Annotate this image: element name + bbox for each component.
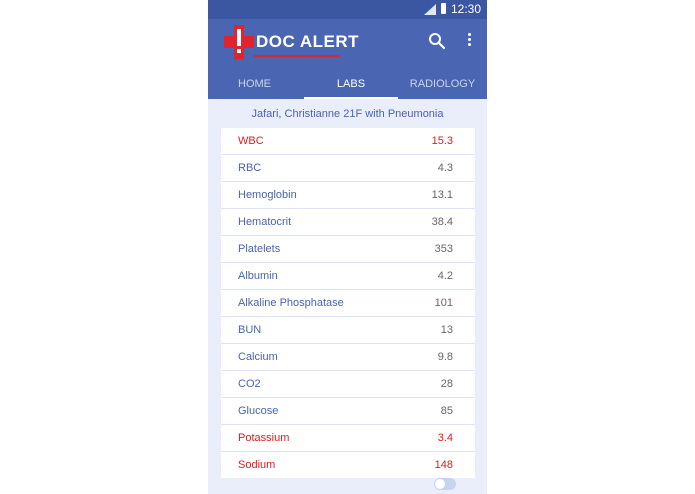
toggle-switch[interactable] bbox=[434, 478, 456, 490]
status-time: 12:30 bbox=[450, 2, 481, 16]
lab-row-alkaline-phosphatase[interactable]: Alkaline Phosphatase 101 bbox=[221, 290, 475, 317]
lab-row-hemoglobin[interactable]: Hemoglobin 13.1 bbox=[221, 182, 475, 209]
lab-row-co2[interactable]: CO2 28 bbox=[221, 371, 475, 398]
lab-name: CO2 bbox=[238, 378, 261, 390]
patient-header: Jafari, Christianne 21F with Pneumonia bbox=[251, 108, 444, 120]
lab-name: Potassium bbox=[238, 432, 290, 444]
menu-dot bbox=[467, 38, 471, 41]
lab-name: Alkaline Phosphatase bbox=[238, 297, 344, 309]
menu-dot bbox=[467, 33, 471, 36]
lab-name: Hematocrit bbox=[238, 216, 292, 228]
logo-underline bbox=[254, 55, 340, 57]
lab-value: 148 bbox=[434, 459, 453, 471]
lab-name: Platelets bbox=[238, 243, 281, 255]
lab-row-hematocrit[interactable]: Hematocrit 38.4 bbox=[221, 209, 475, 236]
lab-name: Hemoglobin bbox=[238, 189, 297, 201]
lab-row-sodium[interactable]: Sodium 148 bbox=[221, 452, 475, 478]
lab-row-albumin[interactable]: Albumin 4.2 bbox=[221, 263, 475, 290]
app-logo-text: DOC ALERT bbox=[256, 32, 360, 51]
lab-value: 3.4 bbox=[437, 432, 453, 444]
lab-name: Albumin bbox=[238, 270, 278, 282]
medical-cross-exclamation-icon bbox=[224, 25, 254, 59]
overflow-menu-icon[interactable] bbox=[465, 32, 473, 50]
tab-radiology[interactable]: RADIOLOGY bbox=[398, 71, 487, 99]
phone-screen: 12:30 DOC ALERT HOME LABS RADIOLOGY Jafa… bbox=[208, 0, 487, 494]
tab-home[interactable]: HOME bbox=[208, 71, 301, 99]
lab-row-platelets[interactable]: Platelets 353 bbox=[221, 236, 475, 263]
lab-results-list: WBC 15.3 RBC 4.3 Hemoglobin 13.1 Hematoc… bbox=[221, 128, 475, 478]
toggle-knob bbox=[435, 479, 445, 489]
lab-value: 15.3 bbox=[431, 135, 453, 147]
lab-value: 353 bbox=[434, 243, 453, 255]
app-bar: DOC ALERT HOME LABS RADIOLOGY bbox=[208, 19, 487, 99]
lab-row-potassium[interactable]: Potassium 3.4 bbox=[221, 425, 475, 452]
lab-name: Glucose bbox=[238, 405, 279, 417]
lab-name: Sodium bbox=[238, 459, 276, 471]
menu-dot bbox=[467, 43, 471, 46]
lab-name: WBC bbox=[238, 135, 264, 147]
lab-name: RBC bbox=[238, 162, 262, 174]
lab-row-calcium[interactable]: Calcium 9.8 bbox=[221, 344, 475, 371]
signal-icon bbox=[424, 4, 436, 15]
lab-value: 4.2 bbox=[437, 270, 453, 282]
battery-icon bbox=[441, 3, 446, 14]
app-logo: DOC ALERT bbox=[224, 25, 359, 61]
tab-labs[interactable]: LABS bbox=[304, 71, 398, 99]
lab-name: BUN bbox=[238, 324, 262, 336]
lab-value: 13 bbox=[440, 324, 453, 336]
lab-value: 28 bbox=[440, 378, 453, 390]
lab-value: 101 bbox=[434, 297, 453, 309]
lab-row-rbc[interactable]: RBC 4.3 bbox=[221, 155, 475, 182]
lab-row-glucose[interactable]: Glucose 85 bbox=[221, 398, 475, 425]
status-bar: 12:30 bbox=[208, 0, 487, 19]
lab-value: 13.1 bbox=[431, 189, 453, 201]
lab-row-wbc[interactable]: WBC 15.3 bbox=[221, 128, 475, 155]
lab-value: 4.3 bbox=[437, 162, 453, 174]
tab-bar: HOME LABS RADIOLOGY bbox=[208, 71, 487, 99]
lab-value: 85 bbox=[440, 405, 453, 417]
lab-value: 38.4 bbox=[431, 216, 453, 228]
lab-value: 9.8 bbox=[437, 351, 453, 363]
lab-row-bun[interactable]: BUN 13 bbox=[221, 317, 475, 344]
lab-name: Calcium bbox=[238, 351, 278, 363]
search-icon[interactable] bbox=[428, 32, 446, 50]
